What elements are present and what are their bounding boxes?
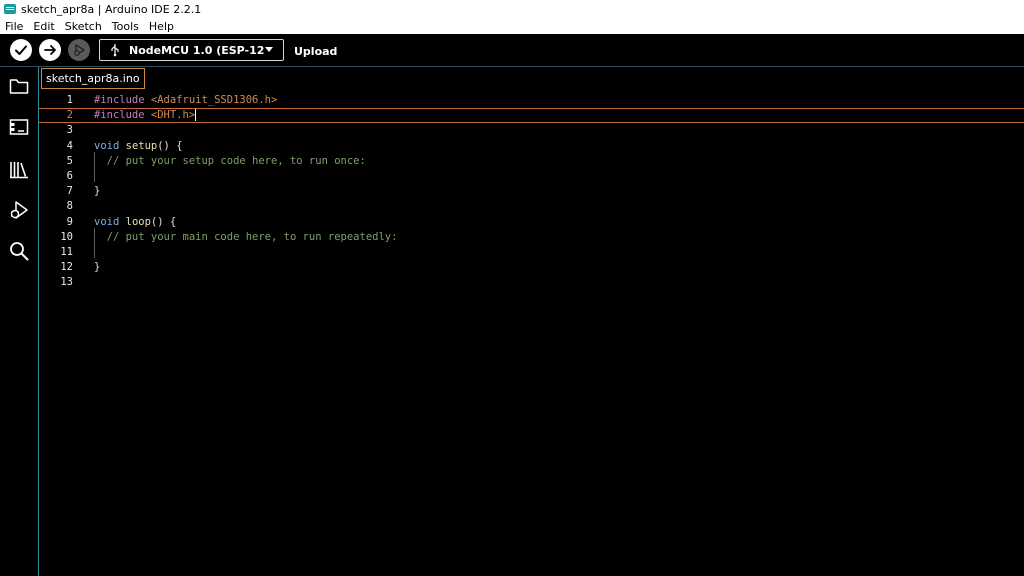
- arrow-right-icon: [44, 45, 56, 55]
- code-token: loop: [125, 215, 151, 228]
- board-selector[interactable]: NodeMCU 1.0 (ESP-12E ...: [99, 39, 284, 61]
- code-text: #include <Adafruit_SSD1306.h>: [94, 93, 277, 108]
- code-line[interactable]: 1 #include <Adafruit_SSD1306.h>: [39, 93, 1024, 108]
- menu-file[interactable]: File: [0, 20, 28, 33]
- code-line[interactable]: 5 // put your setup code here, to run on…: [39, 154, 1024, 169]
- code-token: }: [94, 261, 101, 274]
- checkmark-icon: [15, 45, 27, 55]
- code-line[interactable]: 11: [39, 245, 1024, 260]
- code-text: void setup() {: [94, 139, 183, 154]
- folder-icon[interactable]: [8, 75, 30, 97]
- code-token: () {: [157, 139, 183, 152]
- code-token: // put your setup code here, to run once…: [94, 154, 366, 167]
- code-token: // put your main code here, to run repea…: [94, 230, 398, 243]
- library-icon[interactable]: [8, 158, 30, 180]
- line-number: 2: [66, 109, 73, 122]
- tab-bar: sketch_apr8a.ino: [39, 67, 1024, 91]
- line-number: 9: [66, 215, 73, 228]
- line-number: 8: [66, 200, 73, 213]
- line-number: 5: [66, 154, 73, 167]
- menu-bar: File Edit Sketch Tools Help: [0, 18, 1024, 34]
- line-number: 11: [60, 246, 73, 258]
- code-token: <DHT.h>: [144, 109, 196, 122]
- chevron-down-icon: [265, 47, 273, 52]
- upload-tooltip: Upload: [294, 45, 338, 58]
- window-title: sketch_apr8a | Arduino IDE 2.2.1: [21, 2, 202, 16]
- board-manager-icon[interactable]: [8, 116, 30, 138]
- search-icon[interactable]: [8, 240, 30, 262]
- line-number: 12: [60, 261, 73, 274]
- menu-edit[interactable]: Edit: [28, 20, 59, 33]
- menu-help[interactable]: Help: [144, 20, 179, 33]
- code-token: #include: [94, 109, 145, 122]
- toolbar: NodeMCU 1.0 (ESP-12E ... Upload: [0, 34, 1024, 67]
- code-line[interactable]: 10 // put your main code here, to run re…: [39, 230, 1024, 245]
- menu-sketch[interactable]: Sketch: [60, 20, 107, 33]
- code-text: void loop() {: [94, 215, 176, 230]
- code-token: }: [94, 185, 101, 198]
- code-text: #include <DHT.h>: [94, 109, 197, 122]
- line-number: 6: [66, 170, 73, 182]
- tab-sketch-file[interactable]: sketch_apr8a.ino: [41, 68, 145, 89]
- menu-tools[interactable]: Tools: [107, 20, 144, 33]
- code-line[interactable]: 2 #include <DHT.h>: [39, 108, 1024, 124]
- text-cursor: [195, 109, 197, 122]
- line-number: 7: [66, 185, 73, 198]
- code-token: void: [94, 139, 120, 152]
- code-editor[interactable]: 1 #include <Adafruit_SSD1306.h> 2 #include …: [39, 92, 1024, 576]
- code-line[interactable]: 7}: [39, 184, 1024, 199]
- board-name: NodeMCU 1.0 (ESP-12E ...: [129, 43, 265, 57]
- arduino-app-icon: [4, 4, 16, 14]
- debug-play-icon: [74, 44, 85, 56]
- code-line[interactable]: 13: [39, 275, 1024, 290]
- code-text: // put your setup code here, to run once…: [94, 154, 366, 169]
- code-token: () {: [150, 215, 177, 228]
- line-number: 10: [60, 230, 73, 243]
- code-line[interactable]: 9 void loop() {: [39, 215, 1024, 230]
- debug-button[interactable]: [68, 39, 90, 61]
- code-text: // put your main code here, to run repea…: [94, 230, 398, 245]
- code-token: setup: [125, 139, 158, 152]
- verify-button[interactable]: [10, 39, 32, 61]
- title-bar: sketch_apr8a | Arduino IDE 2.2.1: [0, 0, 1024, 18]
- code-line[interactable]: 6: [39, 169, 1024, 184]
- code-token: #include: [94, 94, 145, 106]
- usb-icon: [111, 44, 119, 57]
- sidebar: [0, 67, 39, 576]
- line-number: 3: [66, 124, 73, 137]
- debug-icon[interactable]: [8, 199, 30, 221]
- line-number: 13: [60, 276, 73, 289]
- code-token: <Adafruit_SSD1306.h>: [144, 94, 278, 106]
- code-text: }: [94, 184, 100, 199]
- code-line[interactable]: 12}: [39, 260, 1024, 275]
- code-line[interactable]: 4 void setup() {: [39, 139, 1024, 154]
- line-number: 4: [66, 139, 73, 152]
- code-line[interactable]: 8: [39, 199, 1024, 214]
- editor: sketch_apr8a.ino 1 #include <Adafruit_SSD…: [39, 67, 1024, 576]
- code-token: void: [94, 215, 120, 228]
- code-text: }: [94, 260, 100, 275]
- upload-button[interactable]: [39, 39, 61, 61]
- code-line[interactable]: 3: [39, 123, 1024, 138]
- line-number: 1: [66, 94, 73, 106]
